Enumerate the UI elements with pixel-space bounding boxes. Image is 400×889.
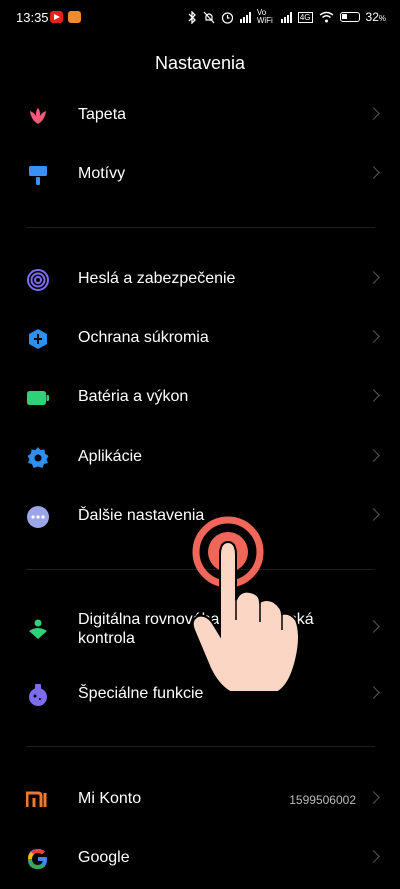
alarm-icon bbox=[221, 11, 233, 24]
potion-icon bbox=[29, 684, 47, 706]
settings-item-label: Batéria a výkon bbox=[78, 388, 189, 405]
settings-item-themes[interactable]: Motívy bbox=[0, 150, 400, 200]
settings-item-label: Motívy bbox=[78, 165, 126, 182]
chevron-right-icon bbox=[367, 850, 380, 863]
status-bar: 13:35 Vo WiFi 4G 32% bbox=[0, 0, 400, 34]
flower-icon bbox=[30, 108, 46, 124]
account-id-value: 1599506002 bbox=[289, 793, 356, 807]
tap-gesture-hand-icon bbox=[191, 516, 300, 693]
settings-item-label: Ochrana súkromia bbox=[78, 329, 209, 346]
battery-percent: 32% bbox=[365, 10, 386, 24]
settings-item-label: Tapeta bbox=[78, 106, 127, 123]
bluetooth-icon bbox=[188, 10, 196, 24]
battery-status-icon bbox=[339, 12, 360, 22]
settings-item-battery[interactable]: Batéria a výkon bbox=[0, 373, 400, 423]
settings-item-label: Google bbox=[78, 849, 130, 866]
settings-item-label: Aplikácie bbox=[78, 448, 143, 465]
lte-label: 4G bbox=[297, 11, 313, 23]
google-icon bbox=[28, 849, 47, 869]
settings-item-label: Heslá a zabezpečenie bbox=[78, 270, 236, 287]
section-divider bbox=[26, 746, 375, 747]
vowifi-label: Vo WiFi bbox=[256, 8, 273, 25]
chevron-right-icon bbox=[367, 508, 380, 521]
battery-icon bbox=[27, 391, 49, 405]
settings-item-apps[interactable]: Aplikácie bbox=[0, 433, 400, 483]
status-icons: Vo WiFi 4G 32% bbox=[187, 9, 386, 25]
chevron-right-icon bbox=[367, 330, 380, 343]
shop-notification-icon bbox=[68, 11, 81, 23]
gear-icon bbox=[27, 447, 49, 468]
fingerprint-icon bbox=[27, 269, 49, 291]
chevron-right-icon bbox=[367, 389, 380, 402]
chevron-right-icon bbox=[367, 107, 380, 120]
brush-icon bbox=[29, 166, 47, 185]
wellbeing-icon bbox=[29, 619, 47, 639]
chevron-right-icon bbox=[367, 620, 380, 633]
settings-item-google[interactable]: Google bbox=[0, 834, 400, 884]
more-dots-icon bbox=[27, 506, 49, 528]
page-title: Nastavenia bbox=[154, 53, 246, 73]
settings-item-passwords[interactable]: Heslá a zabezpečenie bbox=[0, 255, 400, 305]
settings-item-mi-account[interactable]: Mi Konto 1599506002 bbox=[0, 775, 400, 825]
chevron-right-icon bbox=[367, 271, 380, 284]
settings-item-wallpaper[interactable]: Tapeta bbox=[0, 91, 400, 141]
settings-item-label: Mi Konto bbox=[78, 790, 142, 807]
shield-icon bbox=[29, 329, 47, 349]
settings-item-privacy[interactable]: Ochrana súkromia bbox=[0, 314, 400, 364]
signal-icon-2 bbox=[280, 11, 292, 23]
status-time: 13:35 bbox=[16, 10, 49, 25]
bell-off-icon bbox=[203, 11, 215, 23]
chevron-right-icon bbox=[367, 686, 380, 699]
mi-logo-icon bbox=[26, 791, 47, 807]
chevron-right-icon bbox=[367, 166, 380, 179]
chevron-right-icon bbox=[367, 449, 380, 462]
section-divider bbox=[26, 227, 375, 228]
youtube-notification-icon bbox=[50, 11, 63, 23]
signal-icon bbox=[239, 11, 251, 23]
chevron-right-icon bbox=[367, 791, 380, 804]
wifi-icon bbox=[319, 11, 333, 23]
